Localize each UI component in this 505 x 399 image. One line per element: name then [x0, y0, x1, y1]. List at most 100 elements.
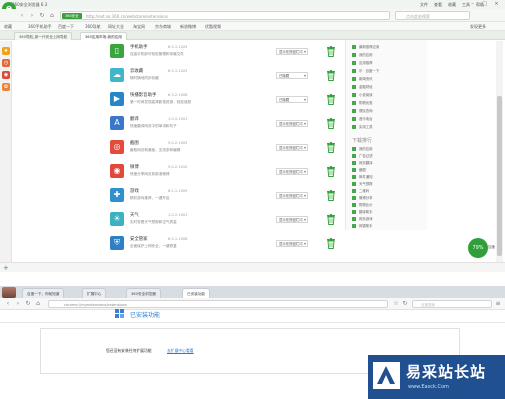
refresh-icon[interactable]: ↻	[401, 300, 409, 308]
trash-icon[interactable]	[326, 94, 336, 105]
trash-icon[interactable]	[326, 214, 336, 225]
extension-description: 精彩游戏推荐，一键开启	[130, 196, 170, 200]
app-dot-icon	[352, 147, 356, 151]
refresh-icon[interactable]: ↻	[24, 300, 32, 308]
display-mode-select[interactable]: 显示在按钮栏中	[276, 192, 308, 199]
display-mode-select[interactable]: 显示在按钮栏中	[276, 168, 308, 175]
empty-state-link[interactable]: 去扩展中心看看	[167, 348, 194, 354]
panel-list-item[interactable]: 金融财经	[352, 84, 373, 89]
panel-list-item[interactable]: 实用工具	[352, 124, 373, 129]
scrollbar-thumb[interactable]	[497, 96, 502, 256]
display-mode-select[interactable]: 显示在按钮栏中	[276, 144, 308, 151]
trash-icon[interactable]	[326, 142, 336, 153]
star-icon[interactable]: ☆	[392, 300, 400, 308]
trash-icon[interactable]	[326, 70, 336, 81]
extension-row: ☀ 天气 1.0.2.1001 实时查看天气预报和空气质量 显示在按钮栏中	[108, 210, 348, 232]
panel-list-item[interactable]: 我的应用	[352, 52, 373, 57]
home-icon[interactable]: ⌂	[48, 12, 56, 20]
panel-list-item[interactable]: 翻译助手	[352, 209, 373, 214]
app-dot-icon	[352, 125, 356, 129]
tab-360-browser[interactable]: 360安全浏览器	[126, 288, 161, 298]
gift-icon[interactable]: ✿	[2, 83, 10, 91]
menu-icon[interactable]: ≡	[494, 300, 502, 308]
menu-view[interactable]: 查看	[434, 2, 442, 8]
bookmark-item[interactable]: 360手机助手	[28, 24, 52, 30]
bookmark-item[interactable]: 百度一下	[58, 24, 74, 30]
favorites-icon[interactable]: ★	[2, 47, 10, 55]
panel-list-item[interactable]: 天气预报	[352, 181, 373, 186]
display-mode-select[interactable]: 显示在按钮栏中	[276, 120, 308, 127]
bookmark-item[interactable]: 360导航	[85, 24, 101, 30]
maximize-icon[interactable]: □	[480, 1, 489, 7]
panel-list-item[interactable]: 网银助手	[352, 223, 373, 228]
panel-list-item[interactable]: 购物优惠	[352, 100, 373, 105]
bookmark-item[interactable]: 淘宝网	[133, 24, 145, 30]
tab-app-market[interactable]: 360应用市场-我的应用	[80, 32, 127, 40]
tab-installed[interactable]: 已安装功能	[182, 288, 210, 298]
panel-list-item[interactable]: 二维码	[352, 188, 369, 193]
extension-row: ◎ 截图 5.0.2.1005 截取网页和桌面，支持多种编辑 显示在按钮栏中	[108, 138, 348, 160]
app-dot-icon	[352, 182, 356, 186]
display-mode-select[interactable]: 显示在按钮栏中	[276, 216, 308, 223]
back-icon[interactable]: ‹	[18, 12, 26, 20]
app-dot-icon	[352, 53, 356, 57]
tab-ext-center[interactable]: 扩展中心	[82, 288, 107, 298]
avatar[interactable]	[2, 287, 16, 298]
trash-icon[interactable]	[326, 238, 336, 249]
panel-list-item[interactable]: 网页游戏	[352, 216, 373, 221]
bookmark-item[interactable]: 发现更多	[470, 24, 486, 30]
forward-icon[interactable]: ›	[14, 300, 22, 308]
scrollbar[interactable]	[496, 41, 503, 272]
minimize-icon[interactable]: –	[468, 1, 477, 7]
address-bar-bottom[interactable]: chrome://myextensions/extensions	[48, 300, 388, 308]
search-input[interactable]: 点击此处搜索	[395, 11, 470, 20]
weather-icon: ☀	[110, 212, 124, 226]
history-icon[interactable]: ◷	[2, 59, 10, 67]
panel-list-item[interactable]: 网页翻译	[352, 160, 373, 165]
empty-state-text: 您还没有安装任何扩展功能	[106, 348, 152, 353]
window-title: 360安全浏览器 6.3	[12, 2, 48, 7]
tab-360-nav[interactable]: 360导航_新一代安全上网导航	[14, 32, 73, 40]
weibo-icon[interactable]: ◉	[2, 71, 10, 79]
close-icon[interactable]: ×	[492, 1, 501, 7]
panel-list-item[interactable]: 便民查询	[352, 108, 373, 113]
address-bar[interactable]: 360安全 http://ext.se.360.cn/webstore/exte…	[60, 11, 390, 20]
panel-list-item[interactable]: 乐 · 百度一下	[352, 68, 379, 73]
panel-list-item[interactable]: 我的应用	[352, 146, 373, 151]
panel-list-item[interactable]: 广告过滤	[352, 153, 373, 158]
display-mode-select[interactable]: 已隐藏	[276, 72, 308, 79]
trash-icon[interactable]	[326, 118, 336, 129]
home-icon[interactable]: ⌂	[34, 300, 42, 308]
trash-icon[interactable]	[326, 190, 336, 201]
bookmark-item[interactable]: 新浪微博	[180, 24, 196, 30]
add-icon[interactable]: +	[3, 264, 9, 272]
search-input[interactable]: 百度搜索	[412, 300, 492, 308]
trash-icon[interactable]	[326, 46, 336, 57]
panel-list-item[interactable]: 截图	[352, 167, 366, 172]
trash-icon[interactable]	[326, 166, 336, 177]
tab-baidu[interactable]: 百度一下，你就知道	[22, 288, 65, 298]
display-mode-select[interactable]: 显示在按钮栏中	[276, 240, 308, 247]
speed-badge[interactable]: 79%	[468, 238, 488, 258]
panel-list-item[interactable]: 新闻资讯	[352, 76, 373, 81]
panel-list-item[interactable]: 购物比价	[352, 202, 373, 207]
bookmark-item[interactable]: 优酷视频	[205, 24, 221, 30]
display-mode-select[interactable]: 已隐藏	[276, 96, 308, 103]
menu-file[interactable]: 文件	[420, 2, 428, 8]
panel-list-item[interactable]: 邮件通知	[352, 174, 373, 179]
panel-list-item[interactable]: 最新推荐应用	[352, 44, 379, 49]
forward-icon[interactable]: ›	[28, 12, 36, 20]
display-mode-select[interactable]: 显示在按钮栏中	[276, 48, 308, 55]
app-dot-icon	[352, 203, 356, 207]
bookmark-item[interactable]: 收藏	[4, 24, 12, 30]
panel-list-item[interactable]: 应用推荐	[352, 60, 373, 65]
panel-list-item[interactable]: 小说阅读	[352, 92, 373, 97]
bookmark-item[interactable]: 网址大全	[108, 24, 124, 30]
extension-row: ⛨ 安全管家 6.3.1.1008 全面保护上网安全，一键修复 显示在按钮栏中	[108, 234, 348, 256]
refresh-icon[interactable]: ↻	[38, 12, 46, 20]
back-icon[interactable]: ‹	[4, 300, 12, 308]
panel-list-item[interactable]: 微博分享	[352, 195, 373, 200]
menu-favorites[interactable]: 收藏	[448, 2, 456, 8]
panel-list-item[interactable]: 音乐电台	[352, 116, 373, 121]
bookmark-item[interactable]: 京东商城	[155, 24, 171, 30]
